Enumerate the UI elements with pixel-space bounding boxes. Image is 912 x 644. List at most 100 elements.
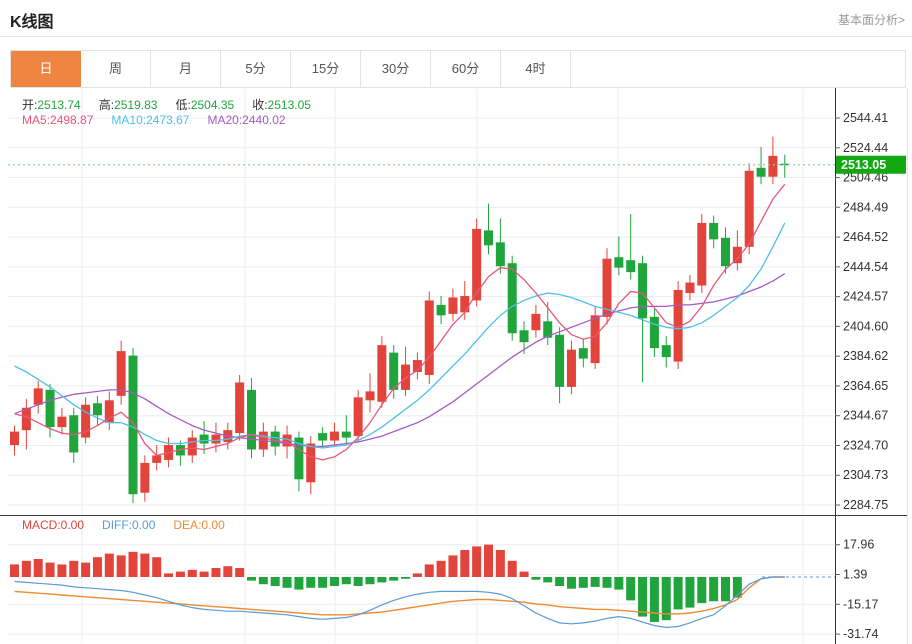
candle-body xyxy=(93,403,102,415)
macd-bar xyxy=(354,577,363,586)
last-price-tag-label: 2513.05 xyxy=(841,158,886,172)
macd-bar xyxy=(117,555,126,577)
macd-bar xyxy=(614,577,623,590)
candle-body xyxy=(389,353,398,390)
candle-body xyxy=(200,435,209,444)
candle-body xyxy=(152,455,161,462)
macd-bar xyxy=(259,577,268,584)
ohlc-row-item: 低:2504.35 xyxy=(175,96,234,113)
candle-body xyxy=(460,296,469,312)
macd-bar xyxy=(34,559,43,577)
price-tick-label: 2384.62 xyxy=(843,349,888,363)
macd-bar xyxy=(223,566,232,577)
candle-body xyxy=(188,438,197,456)
price-tick-label: 2484.49 xyxy=(843,200,888,214)
candle-body xyxy=(531,314,540,330)
macd-bar xyxy=(401,577,410,579)
ma-row-item: MA20:2440.02 xyxy=(207,113,285,127)
macd-bar xyxy=(342,577,351,584)
candle-body xyxy=(318,433,327,440)
candle-body xyxy=(354,397,363,436)
macd-bar xyxy=(674,577,683,609)
candle-body xyxy=(377,345,386,402)
candle-body xyxy=(520,330,529,342)
macd-bar xyxy=(330,577,339,586)
macd-bar xyxy=(247,577,256,581)
candle-body xyxy=(105,400,114,422)
macd-bar xyxy=(721,577,730,601)
macd-bar xyxy=(484,545,493,577)
macd-bar xyxy=(638,577,647,617)
macd-bar xyxy=(81,563,90,577)
macd-bar xyxy=(425,564,434,577)
candle-body xyxy=(626,260,635,272)
macd-bar xyxy=(437,561,446,577)
candle-body xyxy=(117,351,126,396)
macd-bar xyxy=(57,564,66,577)
price-tick-label: 2424.57 xyxy=(843,290,888,304)
candle-body xyxy=(662,345,671,357)
macd-bar xyxy=(567,577,576,589)
price-tick-label: 2284.75 xyxy=(843,498,888,512)
candle-body xyxy=(437,305,446,315)
candle-body xyxy=(425,300,434,375)
macd-bar xyxy=(306,577,315,588)
macd-bar xyxy=(69,561,78,577)
macd-bar xyxy=(235,568,244,577)
macd-bar xyxy=(22,561,31,577)
candle-body xyxy=(650,317,659,348)
macd-bar xyxy=(413,573,422,577)
candle-body xyxy=(10,432,19,445)
ohlc-row-item: 收:2513.05 xyxy=(252,96,311,113)
candle-body xyxy=(129,356,138,495)
candle-body xyxy=(579,348,588,358)
macd-bar xyxy=(496,550,505,577)
macd-bar xyxy=(555,577,564,586)
candle-body xyxy=(555,335,564,387)
macd-bar xyxy=(508,561,517,577)
ohlc-row-item: 开:2513.74 xyxy=(22,96,81,113)
candle-body xyxy=(247,390,256,450)
candle-body xyxy=(638,263,647,318)
macd-tick-label: 17.96 xyxy=(843,538,874,552)
candle-body xyxy=(591,315,600,363)
candle-body xyxy=(34,388,43,404)
kline-widget: K线图 基本面分析> 日周月5分15分30分60分4时 2544.412524.… xyxy=(0,0,912,644)
macd-bar xyxy=(448,555,457,577)
candle-body xyxy=(768,156,777,177)
price-tick-label: 2444.54 xyxy=(843,260,888,274)
macd-bar xyxy=(93,557,102,577)
candle-body xyxy=(745,171,754,247)
macd-bar xyxy=(579,577,588,588)
candle-body xyxy=(685,283,694,293)
candle-body xyxy=(342,432,351,438)
macd-tick-label: -15.17 xyxy=(843,597,878,611)
macd-row: MACD:0.00DIFF:0.00DEA:0.00 xyxy=(22,518,243,532)
candle-body xyxy=(366,391,375,400)
candle-body xyxy=(757,168,766,177)
macd-bar xyxy=(389,577,398,581)
candle-body xyxy=(697,223,706,286)
candle-body xyxy=(140,463,149,493)
candle-body xyxy=(508,263,517,333)
price-tick-label: 2524.44 xyxy=(843,141,888,155)
price-tick-label: 2544.41 xyxy=(843,111,888,125)
macd-bar xyxy=(140,554,149,577)
macd-bar xyxy=(46,563,55,577)
ohlc-row: 开:2513.74高:2519.83低:2504.35收:2513.05 xyxy=(22,96,329,113)
macd-bar xyxy=(294,577,303,590)
macd-bar xyxy=(211,568,220,577)
macd-tick-label: -31.74 xyxy=(843,627,878,641)
candle-body xyxy=(496,242,505,266)
candle-body xyxy=(235,382,244,433)
macd-bar xyxy=(685,577,694,608)
macd-bar xyxy=(650,577,659,622)
price-tick-label: 2324.70 xyxy=(843,438,888,452)
price-tick-label: 2464.52 xyxy=(843,230,888,244)
macd-bar xyxy=(283,577,292,588)
macd-bar xyxy=(176,572,185,577)
macd-bar xyxy=(697,577,706,603)
macd-bar xyxy=(626,577,635,600)
macd-bar xyxy=(318,577,327,588)
candle-body xyxy=(46,390,55,427)
